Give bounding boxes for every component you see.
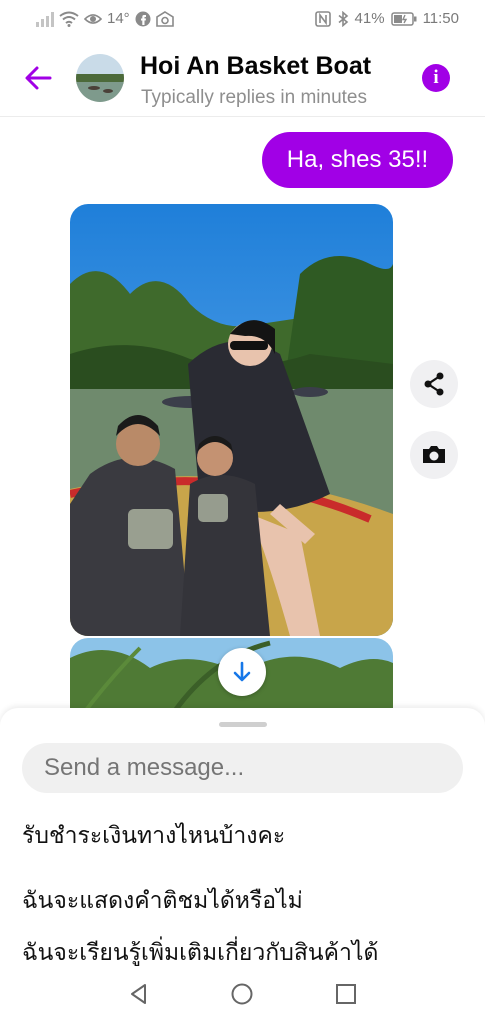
header-divider bbox=[0, 116, 485, 117]
response-time-subtitle: Typically replies in minutes bbox=[141, 87, 367, 108]
share-button[interactable] bbox=[410, 360, 458, 408]
page-title[interactable]: Hoi An Basket Boat bbox=[140, 52, 371, 81]
square-recents-icon bbox=[336, 984, 356, 1004]
page-avatar-image bbox=[76, 54, 124, 102]
suggested-question[interactable]: รับชำระเงินทางไหนบ้างคะ bbox=[22, 818, 285, 854]
message-input[interactable] bbox=[22, 743, 463, 793]
nfc-icon bbox=[314, 10, 331, 27]
notification-app-icon bbox=[155, 10, 174, 27]
system-recents-button[interactable] bbox=[334, 982, 358, 1006]
system-back-button[interactable] bbox=[127, 982, 151, 1006]
battery-percentage: 41% bbox=[354, 10, 385, 27]
scroll-to-bottom-button[interactable] bbox=[218, 648, 266, 696]
arrow-down-icon bbox=[233, 661, 251, 682]
sheet-grabber[interactable] bbox=[219, 722, 267, 727]
avatar[interactable] bbox=[76, 54, 124, 102]
clock: 11:50 bbox=[422, 10, 459, 27]
camera-icon bbox=[423, 446, 445, 463]
status-bar: 14° 41% 11:50 bbox=[0, 0, 485, 40]
signal-icon bbox=[36, 11, 54, 27]
shared-photo[interactable] bbox=[70, 204, 393, 636]
outgoing-message-bubble[interactable]: Ha, shes 35!! bbox=[262, 132, 453, 188]
share-icon bbox=[424, 372, 444, 396]
battery-icon bbox=[390, 11, 417, 26]
weather-temperature: 14° bbox=[107, 10, 130, 27]
circle-home-icon bbox=[231, 983, 253, 1005]
info-icon: i bbox=[433, 67, 439, 88]
back-button[interactable] bbox=[22, 62, 54, 94]
suggested-question[interactable]: ฉันจะเรียนรู้เพิ่มเติมเกี่ยวกับสินค้าได้ bbox=[22, 935, 378, 971]
basket-boat-photo bbox=[70, 204, 393, 636]
eye-icon bbox=[84, 13, 102, 24]
bluetooth-icon bbox=[338, 10, 348, 27]
status-bar-left: 14° bbox=[36, 10, 174, 27]
conversation-header: Hoi An Basket Boat Typically replies in … bbox=[0, 40, 485, 116]
facebook-notification-icon bbox=[135, 11, 151, 26]
info-button[interactable]: i bbox=[422, 64, 450, 92]
back-arrow-icon bbox=[25, 66, 52, 90]
system-home-button[interactable] bbox=[230, 982, 254, 1006]
system-navigation-bar bbox=[0, 968, 485, 1023]
status-bar-right: 41% 11:50 bbox=[314, 10, 459, 27]
wifi-icon bbox=[59, 11, 79, 27]
suggested-question[interactable]: ฉันจะแสดงคำติชมได้หรือไม่ bbox=[22, 883, 303, 919]
camera-button[interactable] bbox=[410, 431, 458, 479]
triangle-back-icon bbox=[131, 984, 146, 1004]
